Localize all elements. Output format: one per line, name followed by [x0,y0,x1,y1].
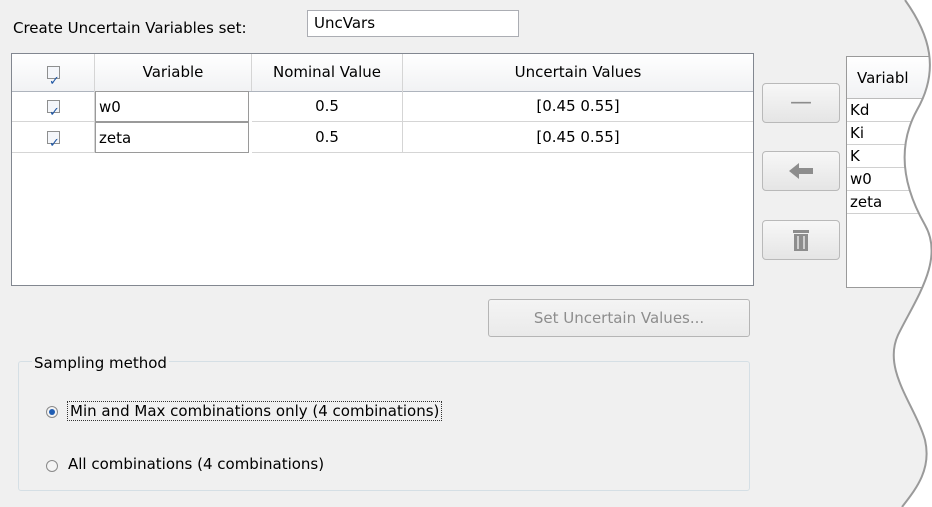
list-item[interactable]: w0 [847,168,932,191]
check-icon: ✓ [49,136,60,151]
nominal-value-cell[interactable]: 0.5 [252,122,403,153]
move-left-button[interactable] [762,151,840,191]
uncertain-values-cell[interactable]: [0.45 0.55] [403,91,753,122]
list-item[interactable]: Kd [847,99,932,122]
create-set-label: Create Uncertain Variables set: [13,19,247,37]
row-checkbox-cell[interactable]: ✓ [12,122,95,153]
list-item[interactable]: zeta [847,191,932,214]
row-checkbox[interactable]: ✓ [47,131,60,151]
variable-cell[interactable]: zeta [95,122,249,153]
table-header: ✓ Variable Nominal Value Uncertain Value… [12,54,753,92]
table-row[interactable]: ✓ w0 0.5 [0.45 0.55] [12,91,753,122]
set-uncertain-values-button[interactable]: Set Uncertain Values... [488,299,750,337]
nominal-value-cell[interactable]: 0.5 [252,91,403,122]
uncertain-variables-panel: Create Uncertain Variables set: UncVars … [0,0,932,507]
list-item[interactable]: K [847,145,932,168]
column-header-variable[interactable]: Variable [95,54,252,91]
set-name-input[interactable]: UncVars [307,10,519,37]
column-header-nominal-value[interactable]: Nominal Value [252,54,403,91]
variable-cell[interactable]: w0 [95,91,249,122]
all-combinations-radio-label[interactable]: All combinations (4 combinations) [68,455,324,473]
select-all-checkbox[interactable]: ✓ [47,66,60,89]
remove-button[interactable]: — [762,83,840,123]
list-header-variable[interactable]: Variabl [847,57,932,99]
min-max-radio[interactable] [46,406,58,418]
delete-button[interactable] [762,220,840,260]
row-checkbox-cell[interactable]: ✓ [12,91,95,122]
uncertain-values-cell[interactable]: [0.45 0.55] [403,122,753,153]
table-row[interactable]: ✓ zeta 0.5 [0.45 0.55] [12,122,753,153]
column-header-uncertain-values[interactable]: Uncertain Values [403,54,753,91]
select-all-column[interactable]: ✓ [12,54,95,91]
uncertain-variables-table: ✓ Variable Nominal Value Uncertain Value… [11,53,754,286]
all-combinations-radio[interactable] [46,460,58,472]
minus-icon: — [790,90,812,115]
available-variables-list: Variabl Kd Ki K w0 zeta [846,56,932,288]
min-max-radio-label[interactable]: Min and Max combinations only (4 combina… [67,401,443,421]
list-item[interactable]: Ki [847,122,932,145]
arrow-left-icon [789,163,813,179]
row-checkbox[interactable]: ✓ [47,100,60,120]
sampling-method-title: Sampling method [32,354,169,372]
trash-icon [793,230,809,251]
